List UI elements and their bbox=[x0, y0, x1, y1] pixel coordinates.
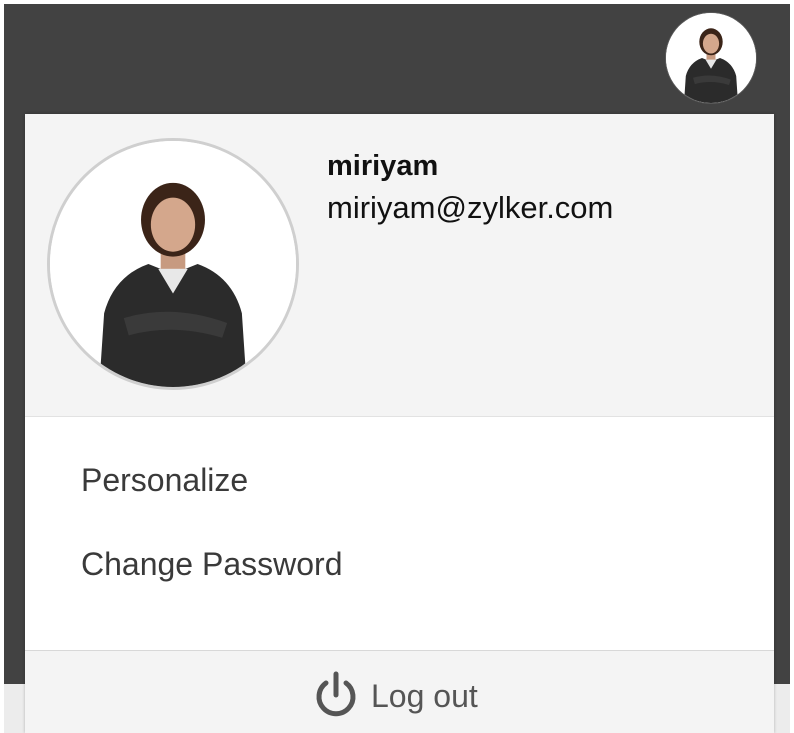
logout-label: Log out bbox=[371, 677, 478, 714]
user-name: miriyam bbox=[327, 150, 439, 182]
power-icon bbox=[316, 671, 356, 717]
logout-content: Log out bbox=[313, 671, 478, 721]
avatar bbox=[47, 138, 299, 390]
personalize-menu-item[interactable]: Personalize bbox=[81, 462, 248, 499]
user-dropdown-panel: miriyam miriyam@zylker.com Personalize C… bbox=[25, 114, 774, 733]
logout-button[interactable]: Log out bbox=[25, 650, 774, 733]
avatar-photo-icon bbox=[666, 13, 756, 103]
change-password-menu-item[interactable]: Change Password bbox=[81, 546, 342, 583]
profile-header: miriyam miriyam@zylker.com bbox=[25, 114, 774, 417]
user-email: miriyam@zylker.com bbox=[327, 190, 614, 225]
avatar-photo-icon bbox=[50, 141, 296, 387]
header-avatar-button[interactable] bbox=[666, 13, 756, 103]
